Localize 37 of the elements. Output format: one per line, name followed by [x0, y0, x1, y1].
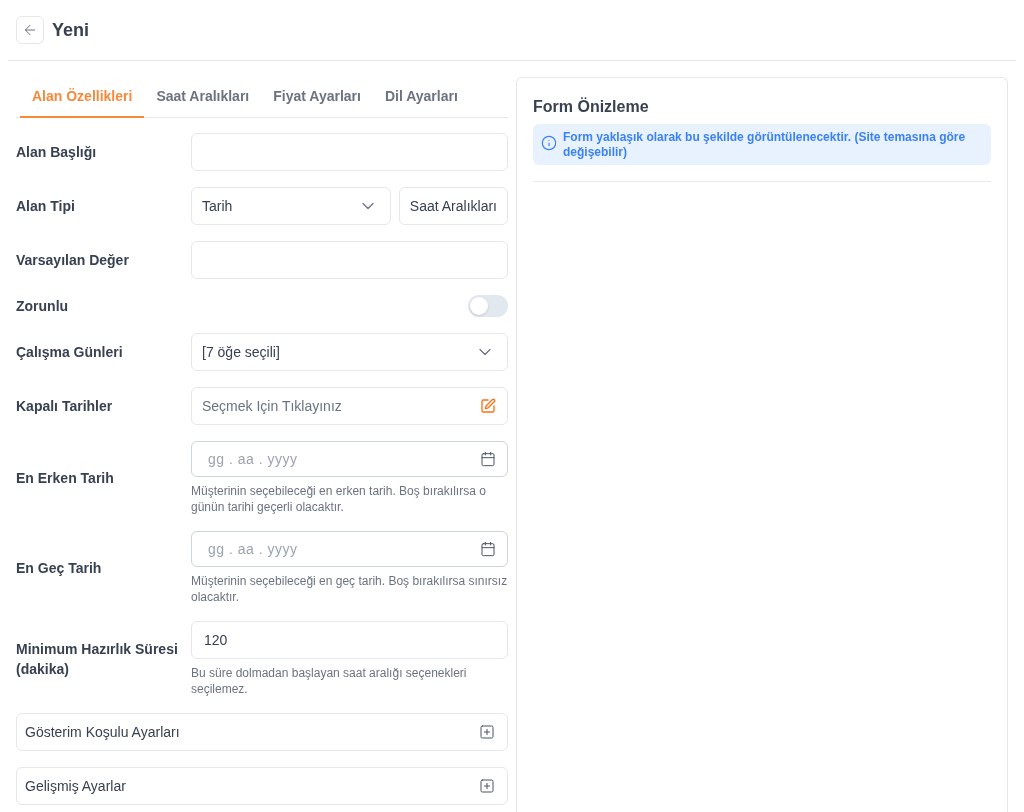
date-input[interactable]: gg . aa . yyyy: [191, 531, 508, 567]
field-label: En Geç Tarih: [16, 559, 103, 578]
expand-icon: [479, 778, 495, 794]
field-label: Zorunlu: [16, 297, 70, 316]
days-dropdown[interactable]: [7 öğe seçili]: [191, 333, 508, 371]
field-label: Kapalı Tarihler: [16, 397, 114, 416]
accordion-header[interactable]: Gelişmiş Ayarlar: [16, 767, 508, 805]
type-dropdown[interactable]: Tarih: [191, 187, 391, 225]
help-text: Müşterinin seçebileceği en geç tarih. Boş bırakılırsa sınırsız olacaktır.: [191, 573, 508, 605]
field-label: Alan Tipi: [16, 197, 76, 216]
tab[interactable]: Saat Aralıkları: [144, 77, 262, 118]
accordion-header[interactable]: Gösterim Koşulu Ayarları: [16, 713, 508, 751]
field-label: Alan Başlığı: [16, 143, 98, 162]
notice-text: Form yaklaşık olarak bu şekilde görüntülenecektir. (Site temasına göre değişebilir): [563, 130, 967, 160]
back-button[interactable]: [16, 16, 44, 44]
tab[interactable]: Fiyat Ayarları: [261, 77, 373, 118]
toggle-switch[interactable]: [468, 295, 508, 317]
field-label: Varsayılan Değer: [16, 251, 130, 270]
expand-icon: [479, 724, 495, 740]
info-icon: [541, 135, 557, 151]
time-ranges-button[interactable]: Saat Aralıkları: [398, 187, 508, 225]
preview-title: Form Önizleme: [533, 96, 650, 117]
text-input[interactable]: [191, 133, 508, 171]
date-picker-field[interactable]: Seçmek Için Tıklayınız: [191, 387, 508, 425]
calendar-icon[interactable]: [480, 541, 496, 557]
text-input[interactable]: [191, 241, 508, 279]
date-input[interactable]: gg . aa . yyyy: [191, 441, 508, 477]
help-text: Bu süre dolmadan başlayan saat aralığı seçenekleri seçilemez.: [191, 665, 468, 697]
help-text: Müşterinin seçebileceği en erken tarih. Boş bırakılırsa o günün tarihi geçerli olacaktır.: [191, 483, 487, 515]
tab[interactable]: Dil Ayarları: [372, 77, 470, 118]
calendar-icon[interactable]: [480, 451, 496, 467]
field-label: En Erken Tarih: [16, 469, 115, 488]
page-title: Yeni: [52, 18, 90, 42]
edit-icon[interactable]: [480, 398, 496, 414]
field-label: Çalışma Günleri: [16, 343, 124, 362]
field-label: Minimum Hazırlık Süresi (dakika): [16, 640, 179, 679]
text-input[interactable]: 120: [191, 621, 508, 659]
